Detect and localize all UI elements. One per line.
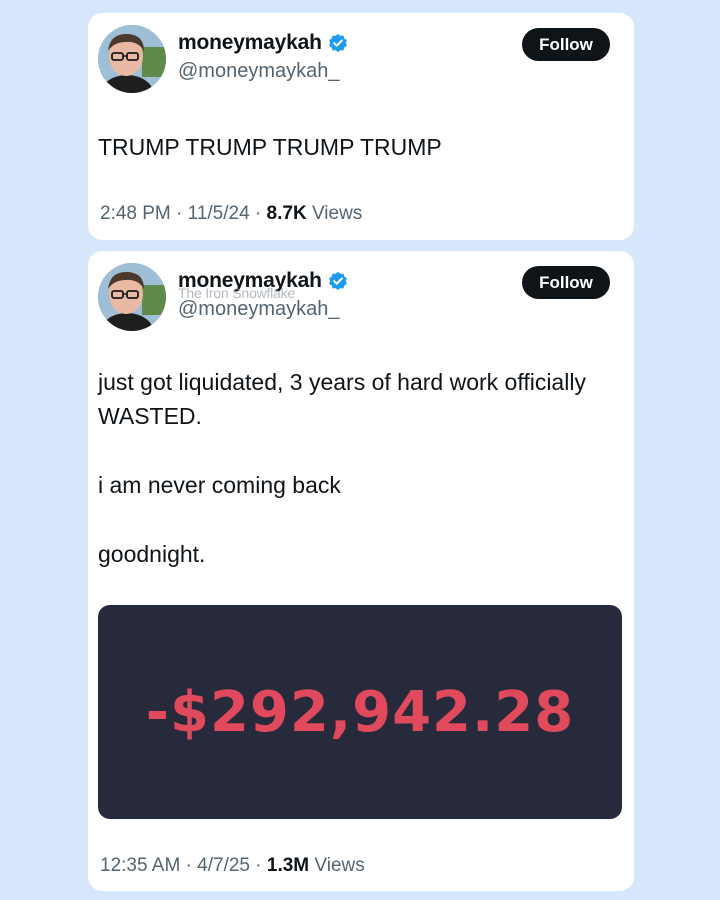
tweet-card[interactable]: moneymaykah @moneymaykah_ Follow TRUMP T… (88, 13, 634, 240)
author-handle[interactable]: @moneymaykah_ (178, 60, 339, 83)
avatar[interactable] (98, 25, 166, 93)
tweet-text: just got liquidated, 3 years of hard wor… (98, 365, 618, 571)
meta-separator: · (185, 855, 198, 876)
tweet-date[interactable]: 4/7/25 (197, 855, 250, 876)
avatar[interactable] (98, 263, 166, 331)
views-count: 8.7K (266, 203, 307, 224)
tweet-text-line: goodnight. (98, 541, 206, 567)
avatar-photo (98, 25, 166, 93)
meta-separator: · (254, 203, 267, 224)
tweet-media-image[interactable]: -$292,942.28 (98, 605, 622, 819)
tweet-text: TRUMP TRUMP TRUMP TRUMP (98, 130, 618, 164)
tweet-text-line: just got liquidated, 3 years of hard wor… (98, 369, 586, 429)
views-label: Views (311, 203, 363, 224)
verified-badge-icon[interactable] (328, 33, 348, 53)
pnl-loss-amount: -$292,942.28 (145, 679, 575, 745)
meta-separator: · (176, 203, 188, 224)
author-handle[interactable]: @moneymaykah_ (178, 298, 339, 321)
tweet-text-line: TRUMP TRUMP TRUMP TRUMP (98, 134, 442, 160)
tweet-meta: 2:48 PM · 11/5/24 · 8.7K Views (100, 203, 362, 225)
avatar-photo (98, 263, 166, 331)
meta-separator: · (255, 855, 267, 876)
tweet-time[interactable]: 12:35 AM (100, 855, 180, 876)
tweet-meta: 12:35 AM · 4/7/25 · 1.3M Views (100, 855, 365, 877)
tweet-text-line: i am never coming back (98, 472, 341, 498)
follow-button[interactable]: Follow (522, 28, 610, 61)
views-count: 1.3M (266, 855, 310, 876)
author-display-name[interactable]: moneymaykah (178, 31, 322, 55)
tweet-time[interactable]: 2:48 PM (100, 203, 171, 224)
verified-badge-icon[interactable] (328, 271, 348, 291)
tweet-card[interactable]: moneymaykah The Iron Snowflake @moneymay… (88, 251, 634, 891)
author-name-row[interactable]: moneymaykah (178, 31, 348, 55)
views-label: Views (314, 855, 365, 876)
follow-button[interactable]: Follow (522, 266, 610, 299)
tweet-date[interactable]: 11/5/24 (188, 203, 250, 224)
